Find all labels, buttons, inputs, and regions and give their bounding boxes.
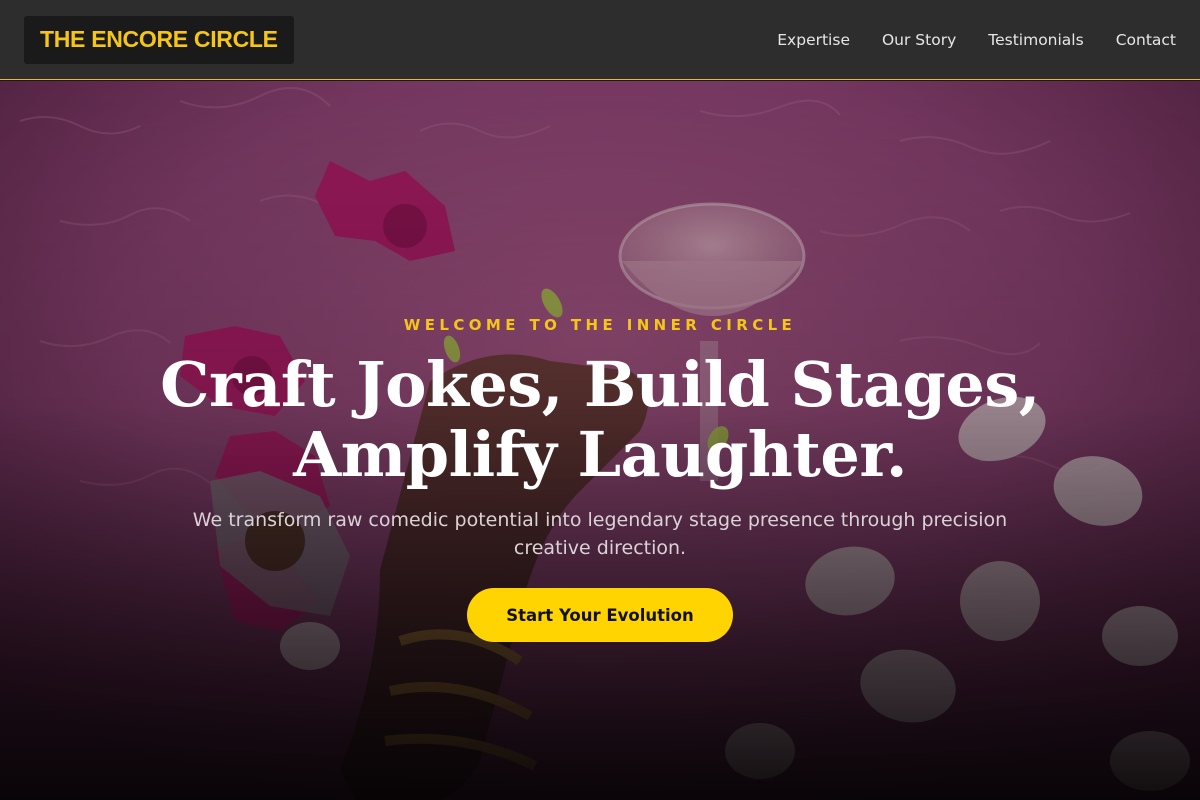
nav-link-our-story[interactable]: Our Story	[882, 31, 956, 49]
nav-link-testimonials[interactable]: Testimonials	[988, 31, 1083, 49]
hero-eyebrow: WELCOME TO THE INNER CIRCLE	[403, 316, 797, 334]
site-header: THE ENCORE CIRCLE Expertise Our Story Te…	[0, 0, 1200, 80]
nav-link-expertise[interactable]: Expertise	[777, 31, 850, 49]
hero-headline-line2: Amplify Laughter.	[293, 418, 907, 491]
nav-link-contact[interactable]: Contact	[1116, 31, 1176, 49]
logo-text: THE ENCORE CIRCLE	[40, 26, 278, 52]
main-nav: Expertise Our Story Testimonials Contact	[745, 31, 1176, 49]
hero-section: WELCOME TO THE INNER CIRCLE Craft Jokes,…	[0, 81, 1200, 800]
hero-headline: Craft Jokes, Build Stages, Amplify Laugh…	[100, 350, 1100, 490]
hero-subtext: We transform raw comedic potential into …	[192, 509, 1008, 559]
start-evolution-button[interactable]: Start Your Evolution	[467, 588, 733, 642]
hero-headline-line1: Craft Jokes, Build Stages,	[160, 348, 1040, 421]
hero-content: WELCOME TO THE INNER CIRCLE Craft Jokes,…	[0, 81, 1200, 800]
logo[interactable]: THE ENCORE CIRCLE	[24, 15, 294, 64]
